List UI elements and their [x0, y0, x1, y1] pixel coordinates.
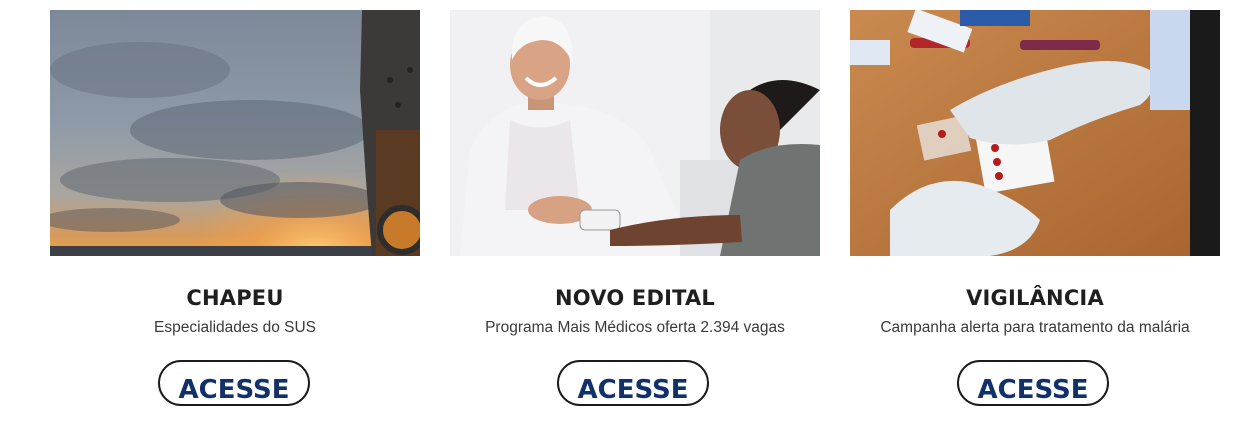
card-title: NOVO EDITAL — [554, 286, 716, 310]
card-vigilancia: VIGILÂNCIA Campanha alerta para tratamen… — [850, 10, 1220, 430]
card-image-doctor[interactable] — [450, 10, 820, 256]
acesse-button[interactable]: ACESSE — [557, 360, 709, 406]
sunset-sky-ship-photo — [50, 10, 420, 256]
card-subtitle: Especialidades do SUS — [154, 319, 316, 336]
acesse-button[interactable]: ACESSE — [158, 360, 310, 406]
card-subtitle: Campanha alerta para tratamento da malár… — [880, 319, 1190, 336]
malaria-blood-test-slides-photo — [850, 10, 1220, 256]
card-chapeu: CHAPEU Especialidades do SUS ACESSE — [50, 10, 420, 430]
doctor-measuring-blood-pressure-photo — [450, 10, 820, 256]
card-image-malaria-test[interactable] — [850, 10, 1220, 256]
news-cards: CHAPEU Especialidades do SUS ACESSE NOVO… — [0, 0, 1237, 433]
card-subtitle: Programa Mais Médicos oferta 2.394 vagas — [485, 319, 785, 336]
card-novo-edital: NOVO EDITAL Programa Mais Médicos oferta… — [450, 10, 820, 430]
card-title: CHAPEU — [186, 286, 284, 310]
card-title: VIGILÂNCIA — [966, 286, 1104, 310]
acesse-button[interactable]: ACESSE — [957, 360, 1109, 406]
card-image-sunset[interactable] — [50, 10, 420, 256]
